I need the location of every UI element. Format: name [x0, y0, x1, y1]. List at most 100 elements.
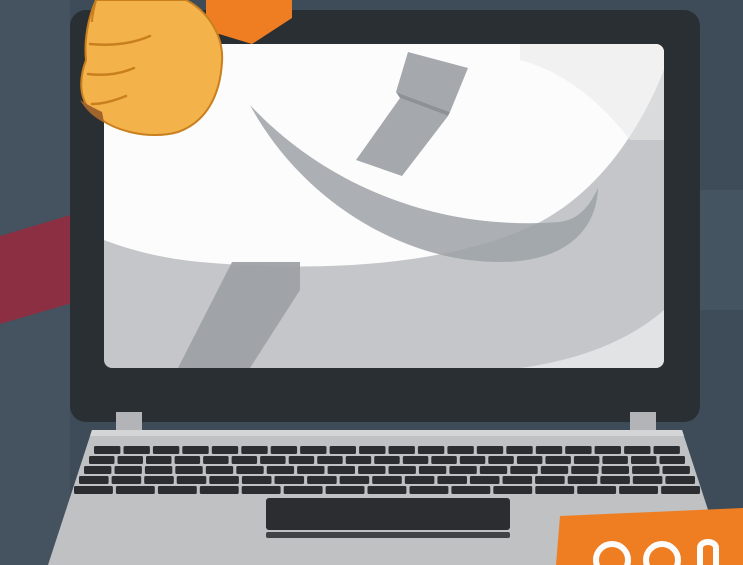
- keyboard-key[interactable]: [111, 476, 142, 484]
- keyboard-key[interactable]: [516, 456, 543, 464]
- trackpad-button-bar[interactable]: [266, 532, 510, 538]
- keyboard-key[interactable]: [437, 476, 467, 484]
- keyboard-key[interactable]: [157, 486, 197, 494]
- keyboard-key[interactable]: [659, 456, 686, 464]
- keyboard-key[interactable]: [502, 476, 533, 484]
- keyboard-key[interactable]: [182, 446, 209, 454]
- keyboard-key[interactable]: [231, 456, 258, 464]
- keyboard-key[interactable]: [266, 466, 295, 474]
- keyboard-key[interactable]: [123, 446, 150, 454]
- keyboard-key[interactable]: [601, 466, 629, 474]
- keyboard-key[interactable]: [329, 446, 356, 454]
- keyboard-key[interactable]: [241, 486, 281, 494]
- keyboard-key[interactable]: [89, 456, 115, 464]
- trackpad[interactable]: [266, 498, 510, 530]
- keyboard-key[interactable]: [469, 476, 500, 484]
- keyboard-key[interactable]: [339, 476, 370, 484]
- keyboard-key[interactable]: [236, 466, 264, 474]
- keyboard-key[interactable]: [653, 446, 680, 454]
- keyboard-key[interactable]: [288, 456, 315, 464]
- laptop-illustration: [0, 0, 743, 565]
- keyboard-key[interactable]: [459, 456, 486, 464]
- keyboard-key[interactable]: [388, 466, 416, 474]
- keyboard-key[interactable]: [447, 446, 474, 454]
- keyboard-key[interactable]: [260, 456, 286, 464]
- keyboard-key[interactable]: [418, 466, 447, 474]
- keyboard-key[interactable]: [241, 476, 272, 484]
- keyboard-key[interactable]: [74, 486, 113, 494]
- keyboard-key[interactable]: [506, 446, 533, 454]
- keyboard-key[interactable]: [117, 456, 144, 464]
- keyboard-key[interactable]: [632, 466, 660, 474]
- keyboard-key[interactable]: [203, 456, 229, 464]
- keyboard-key[interactable]: [451, 486, 491, 494]
- keyboard-key[interactable]: [493, 486, 533, 494]
- keyboard-key[interactable]: [241, 446, 268, 454]
- keyboard-key[interactable]: [540, 466, 569, 474]
- keyboard-key[interactable]: [565, 446, 592, 454]
- keyboard-key[interactable]: [372, 476, 402, 484]
- keyboard-key[interactable]: [175, 466, 203, 474]
- keyboard-key[interactable]: [662, 466, 690, 474]
- keyboard-key[interactable]: [307, 476, 337, 484]
- keyboard-key[interactable]: [114, 466, 142, 474]
- keyboard-key[interactable]: [661, 486, 700, 494]
- keyboard-key[interactable]: [274, 476, 305, 484]
- keyboard-key[interactable]: [367, 486, 407, 494]
- keyboard-key[interactable]: [535, 476, 565, 484]
- keyboard-key[interactable]: [449, 466, 477, 474]
- keyboard-key[interactable]: [577, 486, 617, 494]
- keyboard-key[interactable]: [431, 456, 457, 464]
- keyboard-key[interactable]: [325, 486, 365, 494]
- keyboard-key[interactable]: [211, 446, 239, 454]
- keyboard-key[interactable]: [479, 466, 508, 474]
- keyboard-key[interactable]: [624, 446, 651, 454]
- keyboard-key[interactable]: [205, 466, 234, 474]
- keyboard-key[interactable]: [358, 466, 386, 474]
- keyboard-key[interactable]: [152, 446, 180, 454]
- keyboard-key[interactable]: [476, 446, 504, 454]
- keyboard-key[interactable]: [209, 476, 239, 484]
- keyboard-key[interactable]: [619, 486, 658, 494]
- keyboard-key[interactable]: [199, 486, 239, 494]
- keyboard-key[interactable]: [359, 446, 386, 454]
- keyboard-key[interactable]: [297, 466, 325, 474]
- keyboard-key[interactable]: [631, 456, 657, 464]
- keyboard-key[interactable]: [535, 486, 575, 494]
- keyboard-key[interactable]: [388, 446, 415, 454]
- keyboard-key[interactable]: [94, 446, 121, 454]
- keyboard-key[interactable]: [115, 486, 155, 494]
- keyboard-key[interactable]: [283, 486, 323, 494]
- keyboard-key[interactable]: [573, 456, 600, 464]
- keyboard-key[interactable]: [594, 446, 621, 454]
- keyboard-key[interactable]: [545, 456, 571, 464]
- keyboard-key[interactable]: [404, 476, 435, 484]
- keyboard-key[interactable]: [84, 466, 112, 474]
- keyboard-key[interactable]: [144, 476, 174, 484]
- illustration: [0, 0, 743, 565]
- keyboard-key[interactable]: [567, 476, 598, 484]
- keyboard-key[interactable]: [600, 476, 630, 484]
- keyboard-key[interactable]: [632, 476, 663, 484]
- keyboard-key[interactable]: [317, 456, 343, 464]
- keyboard-key[interactable]: [174, 456, 201, 464]
- keyboard-key[interactable]: [602, 456, 628, 464]
- keyboard-key[interactable]: [146, 456, 172, 464]
- keyboard-key[interactable]: [571, 466, 599, 474]
- keyboard-key[interactable]: [409, 486, 449, 494]
- keyboard-key[interactable]: [374, 456, 400, 464]
- keyboard-key[interactable]: [535, 446, 563, 454]
- keyboard-key[interactable]: [488, 456, 514, 464]
- keyboard-key[interactable]: [417, 446, 445, 454]
- keyboard-key[interactable]: [345, 456, 372, 464]
- orange-accent-card: [556, 508, 743, 565]
- keyboard-key[interactable]: [79, 476, 109, 484]
- keyboard-key[interactable]: [144, 466, 173, 474]
- keyboard-key[interactable]: [402, 456, 429, 464]
- keyboard-key[interactable]: [327, 466, 355, 474]
- keyboard-key[interactable]: [510, 466, 538, 474]
- keyboard-key[interactable]: [300, 446, 327, 454]
- keyboard-key[interactable]: [665, 476, 695, 484]
- keyboard-key[interactable]: [270, 446, 298, 454]
- keyboard-key[interactable]: [176, 476, 207, 484]
